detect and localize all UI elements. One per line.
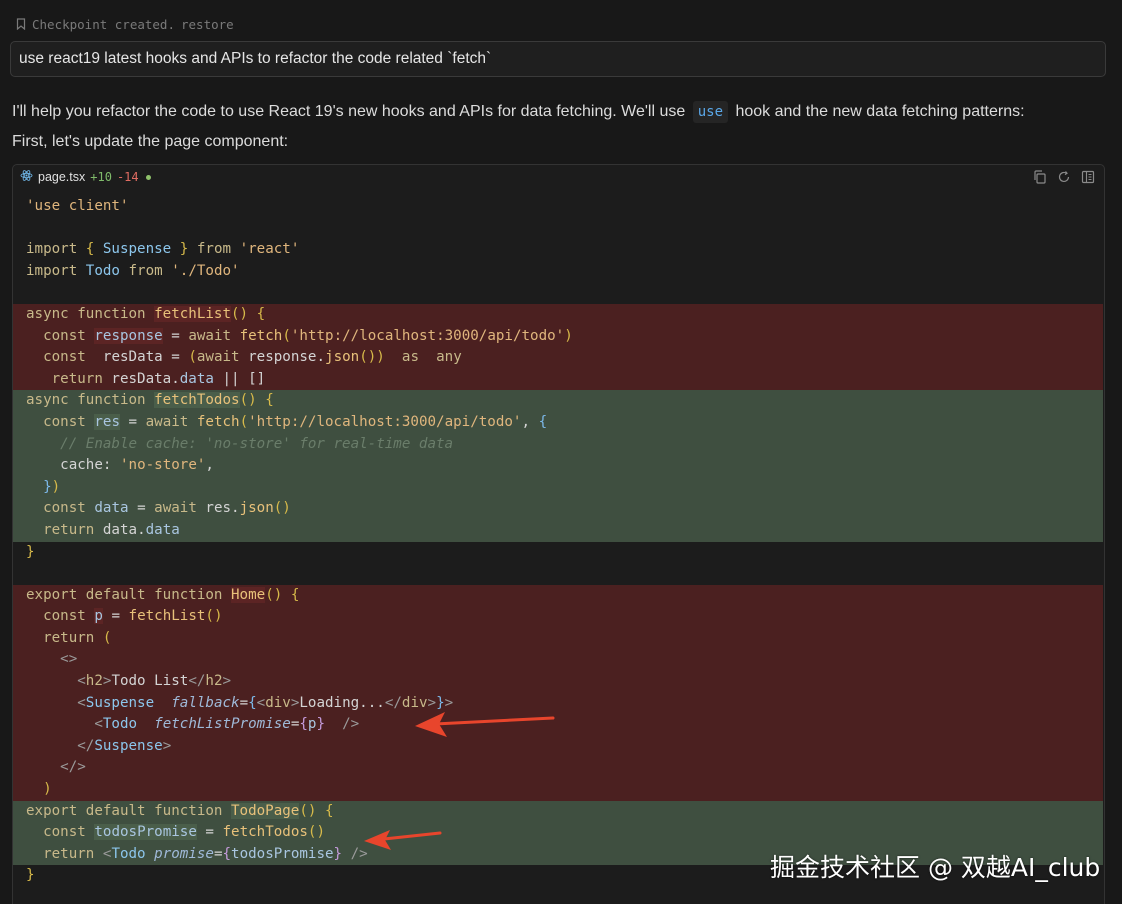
user-prompt[interactable]: use react19 latest hooks and APIs to ref… [10, 41, 1106, 77]
code-line-added: export default function TodoPage() { [13, 800, 1103, 823]
code-line-removed: </> [13, 757, 1103, 780]
code-line-removed: <h2>Todo List</h2> [13, 671, 1103, 693]
lines-added: +10 [90, 170, 112, 184]
code-line-added: // Enable cache: 'no-store' for real-tim… [13, 433, 1103, 456]
response-paragraph-2: First, let's update the page component: [12, 133, 289, 150]
code-line-added: const data = await res.json() [13, 498, 1103, 520]
code-line-added: const res = await fetch('http://localhos… [13, 411, 1103, 434]
restore-link[interactable]: restore [181, 17, 234, 32]
checkpoint-text: Checkpoint created. [32, 16, 175, 32]
code-line-added: return data.data [13, 519, 1103, 542]
code-line-added: const todosPromise = fetchTodos() [13, 822, 1103, 844]
response-text-after: hook and the new data fetching patterns: [735, 103, 1025, 120]
code-line-added: }) [13, 476, 1103, 499]
code-line-added: async function fetchTodos() { [13, 390, 1103, 412]
code-line: import Todo from './Todo' [26, 262, 240, 279]
code-line-removed: export default function Home() { [13, 584, 1103, 607]
code-lines: 'use client' import { Suspense } from 'r… [13, 196, 1104, 887]
checkpoint-row: Checkpoint created. restore [16, 14, 234, 34]
status-dot [145, 174, 151, 180]
code-line-added: cache: 'no-store', [13, 455, 1103, 477]
code-line-removed: <> [13, 649, 1103, 672]
code-line: import { Suspense } from 'react' [26, 241, 300, 258]
code-line-removed: const response = await fetch('http://loc… [13, 325, 1103, 348]
code-line-removed: return resData.data || [] [13, 368, 1103, 391]
code-line-removed: ) [13, 779, 1103, 801]
code-line-removed: const resData = (await response.json()) … [13, 347, 1103, 369]
response-text-before: I'll help you refactor the code to use R… [12, 103, 686, 120]
code-line-removed: async function fetchList() { [13, 303, 1103, 326]
code-line-removed: return ( [13, 627, 1103, 650]
code-block-header: page.tsx +10 -14 [13, 165, 1104, 189]
copy-icon[interactable] [1032, 169, 1048, 185]
code-filename[interactable]: page.tsx [38, 170, 85, 184]
code-line-removed: const p = fetchList() [13, 606, 1103, 628]
bookmark-icon [16, 18, 26, 30]
apply-icon[interactable] [1080, 169, 1096, 185]
code-line: 'use client' [26, 198, 129, 214]
code-block: page.tsx +10 -14 'use client' import { S… [12, 164, 1105, 904]
refresh-icon[interactable] [1056, 169, 1072, 185]
inline-code-use: use [692, 101, 729, 123]
response-paragraph: I'll help you refactor the code to use R… [12, 100, 1025, 124]
annotation-arrow-icon [364, 830, 442, 850]
code-line: } [26, 543, 35, 560]
lines-removed: -14 [116, 170, 139, 184]
watermark: 掘金技术社区 @ 双越AI_club [770, 853, 1101, 882]
user-prompt-text: use react19 latest hooks and APIs to ref… [19, 50, 492, 67]
annotation-arrow-icon [415, 712, 555, 737]
react-file-icon [20, 169, 33, 185]
